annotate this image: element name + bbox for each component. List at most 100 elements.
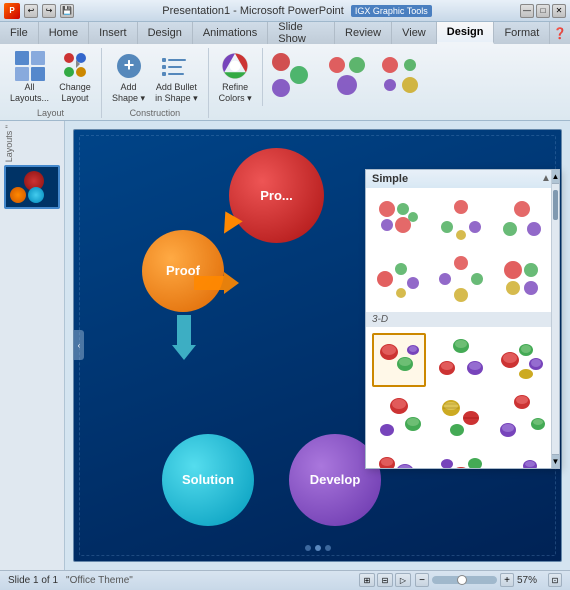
3d-item-5[interactable] — [434, 391, 488, 445]
igx-badge: IGX Graphic Tools — [351, 5, 432, 17]
svg-text:+: + — [123, 55, 134, 75]
gallery-item-3[interactable] — [375, 50, 425, 100]
simple-svg-6 — [498, 255, 546, 303]
normal-view-btn[interactable]: ⊞ — [359, 573, 375, 587]
scrollbar-thumb[interactable] — [553, 190, 558, 220]
3d-item-7[interactable] — [372, 449, 426, 468]
status-right: ⊞ ⊟ ▷ − + 57% ⊡ — [359, 573, 562, 587]
tab-insert[interactable]: Insert — [89, 22, 138, 44]
refine-group: RefineColors ▾ — [213, 48, 263, 106]
simple-item-3[interactable] — [495, 194, 549, 248]
gallery-item-1[interactable] — [269, 50, 319, 100]
tab-design[interactable]: Design — [138, 22, 193, 44]
scrollbar-up[interactable]: ▲ — [552, 170, 559, 184]
3d-svg-7 — [375, 452, 423, 468]
help-icon[interactable]: ❓ — [553, 25, 567, 41]
layouts-label: Layouts " — [4, 125, 14, 162]
main-content: Layouts " Pro... Proof — [0, 121, 570, 570]
app-logo: P — [4, 3, 20, 19]
maximize-button[interactable]: □ — [536, 4, 550, 18]
simple-section-grid — [366, 188, 559, 312]
zoom-in-btn[interactable]: + — [500, 573, 514, 587]
3d-svg-5 — [437, 394, 485, 442]
all-layouts-button[interactable]: AllLayouts... — [6, 48, 53, 106]
tab-home[interactable]: Home — [39, 22, 89, 44]
zoom-out-btn[interactable]: − — [415, 573, 429, 587]
simple-item-2[interactable] — [434, 194, 488, 248]
tab-animations[interactable]: Animations — [193, 22, 268, 44]
collapse-handle[interactable]: ‹ — [74, 330, 84, 360]
status-bar: Slide 1 of 1 "Office Theme" ⊞ ⊟ ▷ − + 57… — [0, 570, 570, 590]
quick-access-redo[interactable]: ↪ — [42, 4, 56, 18]
3d-svg-9 — [498, 452, 546, 468]
ribbon-content: AllLayouts... — [0, 44, 570, 120]
close-button[interactable]: ✕ — [552, 4, 566, 18]
ribbon-tabs: File Home Insert Design Animations Slide… — [0, 22, 570, 44]
simple-item-5[interactable] — [434, 252, 488, 306]
slide-thumbnail[interactable] — [4, 165, 60, 209]
circle-process-label: Pro... — [260, 188, 293, 203]
3d-item-6[interactable] — [495, 391, 549, 445]
3d-item-8[interactable] — [434, 449, 488, 468]
inline-gallery — [267, 48, 566, 102]
3d-svg-4 — [375, 394, 423, 442]
thumb-circle-3 — [28, 187, 44, 203]
3d-item-3[interactable] — [495, 333, 549, 387]
layout-group: AllLayouts... — [4, 48, 102, 118]
dropdown-title: Simple — [372, 173, 408, 185]
add-shape-button[interactable]: + AddShape ▾ — [108, 48, 149, 106]
simple-svg-4 — [375, 255, 423, 303]
arrow-teal-svg — [169, 310, 199, 365]
add-bullet-icon — [160, 50, 192, 82]
3d-item-2[interactable] — [434, 333, 488, 387]
tab-view[interactable]: View — [392, 22, 437, 44]
simple-item-1[interactable] — [372, 194, 426, 248]
quick-access-save[interactable]: 💾 — [60, 4, 74, 18]
tab-slideshow[interactable]: Slide Show — [268, 22, 335, 44]
3d-item-9[interactable] — [495, 449, 549, 468]
quick-access-undo[interactable]: ↩ — [24, 4, 38, 18]
circle-develop-label: Develop — [310, 472, 361, 487]
change-layout-button[interactable]: ChangeLayout — [55, 48, 95, 106]
dropdown-scroll-area[interactable]: 3-D — [366, 188, 559, 468]
add-shape-icon: + — [113, 50, 145, 82]
circle-solution: Solution — [162, 434, 254, 526]
all-layouts-label: AllLayouts... — [10, 82, 49, 104]
simple-svg-1 — [375, 197, 423, 245]
zoom-slider-thumb[interactable] — [457, 575, 467, 585]
collapse-arrow: ‹ — [78, 341, 81, 350]
construction-group-label: Construction — [130, 108, 181, 118]
ribbon-content-area: AllLayouts... — [0, 44, 570, 121]
arrow-down-teal — [169, 310, 199, 368]
add-bullet-label: Add Bulletin Shape ▾ — [155, 82, 198, 104]
add-bullet-button[interactable]: Add Bulletin Shape ▾ — [151, 48, 202, 106]
gallery-item-2[interactable] — [322, 50, 372, 100]
dropdown-scrollbar[interactable]: ▲ ▼ — [551, 170, 559, 468]
simple-item-6[interactable] — [495, 252, 549, 306]
tab-review[interactable]: Review — [335, 22, 392, 44]
3d-item-4[interactable] — [372, 391, 426, 445]
circle-solution-label: Solution — [182, 472, 234, 487]
title-bar: P ↩ ↪ 💾 Presentation1 - Microsoft PowerP… — [0, 0, 570, 22]
change-layout-icon — [59, 50, 91, 82]
3d-item-1[interactable] — [372, 333, 426, 387]
simple-item-4[interactable] — [372, 252, 426, 306]
tab-format[interactable]: Format — [494, 22, 550, 44]
slide-sorter-btn[interactable]: ⊟ — [377, 573, 393, 587]
3d-svg-2 — [437, 336, 485, 384]
refine-colors-button[interactable]: RefineColors ▾ — [215, 48, 256, 106]
zoom-slider[interactable] — [432, 576, 497, 584]
fit-slide-btn[interactable]: ⊡ — [548, 573, 562, 587]
smartart-gallery-area — [267, 48, 566, 108]
slide-info: Slide 1 of 1 — [8, 575, 58, 586]
add-shape-svg: + — [113, 50, 145, 82]
dot-2 — [315, 545, 321, 551]
window-title: Presentation1 - Microsoft PowerPoint IGX… — [74, 5, 520, 17]
tab-file[interactable]: File — [0, 22, 39, 44]
slideshow-btn[interactable]: ▷ — [395, 573, 411, 587]
status-left: Slide 1 of 1 "Office Theme" — [8, 575, 133, 586]
tab-design-active[interactable]: Design — [437, 22, 495, 44]
scrollbar-down[interactable]: ▼ — [552, 454, 559, 468]
simple-svg-5 — [437, 255, 485, 303]
minimize-button[interactable]: — — [520, 4, 534, 18]
